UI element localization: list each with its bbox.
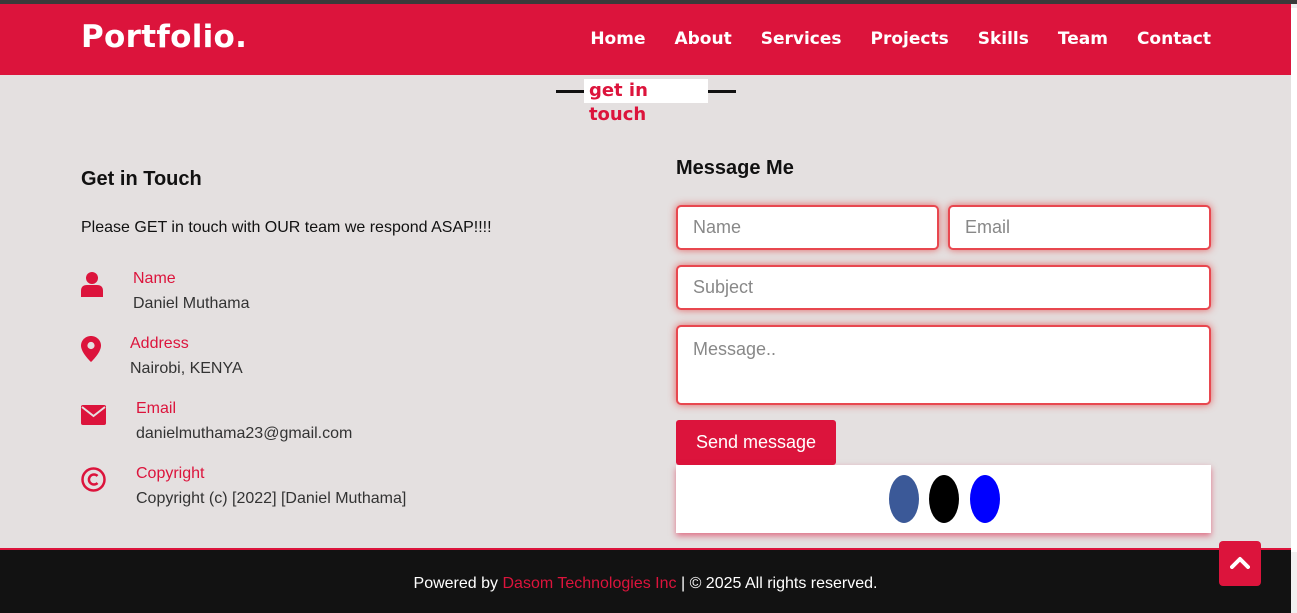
footer: Powered by Dasom Technologies Inc | © 20… <box>0 548 1291 613</box>
info-value-name: Daniel Muthama <box>133 295 250 312</box>
contact-info-description: Please GET in touch with OUR team we res… <box>81 219 492 236</box>
subject-input[interactable] <box>676 265 1211 310</box>
contact-info-panel: Get in Touch Please GET in touch with OU… <box>81 168 601 236</box>
social-links-panel <box>676 465 1211 533</box>
send-message-button[interactable]: Send message <box>676 420 836 465</box>
info-value-email: danielmuthama23@gmail.com <box>136 425 353 442</box>
nav-link-about[interactable]: About <box>674 29 731 49</box>
nav-menu: Home About Services Projects Skills Team… <box>590 29 1211 49</box>
linkedin-icon[interactable] <box>970 475 1000 523</box>
section-heading-text: get in touch <box>583 79 709 125</box>
message-textarea[interactable] <box>676 325 1211 405</box>
footer-suffix: | © 2025 All rights reserved. <box>680 575 878 592</box>
navbar: Portfolio. Home About Services Projects … <box>0 4 1291 75</box>
heading-line-right <box>708 89 737 93</box>
user-icon <box>81 271 103 297</box>
copyright-icon <box>81 466 106 492</box>
info-row-email: Email danielmuthama23@gmail.com <box>81 398 352 448</box>
brand-logo[interactable]: Portfolio. <box>81 19 247 55</box>
footer-text: Powered by Dasom Technologies Inc | © 20… <box>0 575 1291 593</box>
back-to-top-button[interactable] <box>1219 541 1261 586</box>
footer-company-link[interactable]: Dasom Technologies Inc <box>502 575 676 592</box>
footer-prefix: Powered by <box>413 575 499 592</box>
info-label-email: Email <box>136 400 177 417</box>
info-row-address: Address Nairobi, KENYA <box>81 333 243 383</box>
map-marker-icon <box>81 336 101 362</box>
nav-link-projects[interactable]: Projects <box>871 29 949 49</box>
scrollbar-thumb[interactable] <box>1291 8 1297 552</box>
info-label-name: Name <box>133 270 176 287</box>
facebook-icon[interactable] <box>889 475 919 523</box>
info-row-name: Name Daniel Muthama <box>81 268 250 318</box>
chevron-up-icon <box>1230 554 1250 573</box>
info-label-copyright: Copyright <box>136 465 205 482</box>
nav-link-home[interactable]: Home <box>590 29 645 49</box>
heading-line-left <box>556 89 584 93</box>
info-row-copyright: Copyright Copyright (c) [2022] [Daniel M… <box>81 463 406 513</box>
nav-link-skills[interactable]: Skills <box>978 29 1029 49</box>
email-input[interactable] <box>948 205 1211 250</box>
github-icon[interactable] <box>929 475 959 523</box>
info-label-address: Address <box>130 335 189 352</box>
info-value-address: Nairobi, KENYA <box>130 360 243 377</box>
name-input[interactable] <box>676 205 939 250</box>
message-form-title: Message Me <box>676 157 794 179</box>
scrollbar-track[interactable] <box>1291 4 1297 613</box>
section-heading: get in touch <box>556 79 737 125</box>
nav-link-contact[interactable]: Contact <box>1137 29 1211 49</box>
nav-link-services[interactable]: Services <box>761 29 842 49</box>
nav-link-team[interactable]: Team <box>1058 29 1108 49</box>
envelope-icon <box>81 402 106 428</box>
info-value-copyright: Copyright (c) [2022] [Daniel Muthama] <box>136 490 407 507</box>
contact-info-title: Get in Touch <box>81 168 202 190</box>
